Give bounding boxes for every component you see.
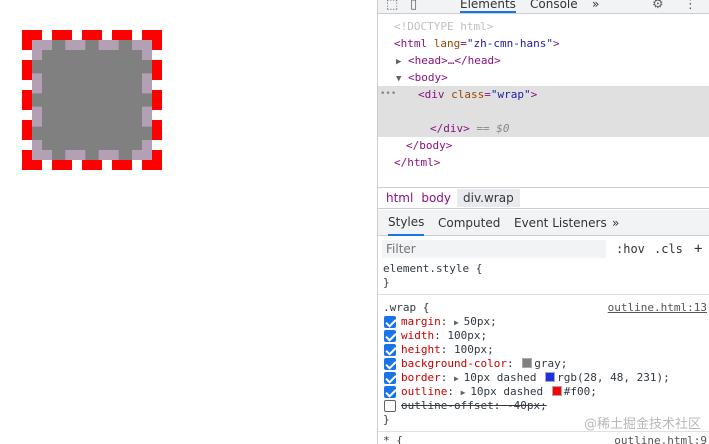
wrap-properties: margin: ▶ 50px; width: 100px; height: 100p… — [383, 315, 709, 413]
property-value[interactable]: 10px dashed — [470, 385, 543, 398]
css-property-width[interactable]: width: 100px; — [383, 329, 709, 343]
wrap-selector: .wrap { — [383, 301, 430, 314]
property-checkbox[interactable] — [384, 330, 396, 342]
elements-tree: <!DOCTYPE html> <html lang="zh-cmn-hans"… — [378, 18, 709, 171]
gear-icon[interactable]: ⚙ — [652, 0, 664, 12]
expand-shorthand-icon[interactable]: ▶ — [461, 388, 471, 397]
selected-ref: == $0 — [476, 122, 510, 135]
property-checkbox[interactable] — [384, 400, 396, 412]
div-class-attr: class — [451, 88, 485, 101]
more-subtabs-icon[interactable]: » — [612, 210, 619, 236]
expand-shorthand-icon[interactable]: ▶ — [454, 374, 464, 383]
property-value[interactable]: 100px; — [454, 343, 494, 356]
hov-toggle[interactable]: :hov — [616, 238, 645, 260]
tab-event-listeners[interactable]: Event Listeners — [514, 210, 607, 236]
color-swatch[interactable] — [551, 386, 562, 396]
css-property-border[interactable]: border: ▶ 10px dashed rgb(28, 48, 231); — [383, 371, 709, 385]
body-open-tag: <body> — [408, 71, 448, 84]
tab-elements[interactable]: Elements — [460, 0, 516, 13]
wrap-rule[interactable]: .wrap { outline.html:13 margin: ▶ 50px; w… — [378, 295, 709, 432]
expand-triangle-icon[interactable]: ▶ — [396, 57, 401, 67]
tree-div-wrap[interactable]: ••• <div class="wrap"> — [378, 86, 709, 103]
css-property-outline[interactable]: outline: ▶ 10px dashed #f00; — [383, 385, 709, 399]
property-checkbox[interactable] — [384, 316, 396, 328]
property-name[interactable]: outline — [401, 385, 447, 398]
inspect-element-icon[interactable]: ⬚ — [386, 0, 398, 12]
html-close-tag: </html> — [394, 156, 441, 169]
universal-source-link[interactable]: outline.html:9 — [614, 434, 707, 444]
collapse-triangle-icon[interactable]: ▼ — [396, 74, 401, 84]
wrap-div-box[interactable] — [22, 30, 162, 170]
html-lang-attr: lang — [433, 37, 461, 50]
head-tag: <head>…</head> — [408, 54, 501, 67]
property-value[interactable]: 100px; — [447, 329, 487, 342]
css-property-background-color[interactable]: background-color: gray; — [383, 357, 709, 371]
tab-console[interactable]: Console — [530, 0, 578, 11]
filter-row: :hov .cls + — [378, 238, 709, 260]
new-style-rule-button[interactable]: + — [694, 238, 702, 260]
body-close-tag: </body> — [406, 139, 453, 152]
property-name[interactable]: background-color — [401, 357, 507, 370]
property-checkbox[interactable] — [384, 386, 396, 398]
div-class-value: "wrap" — [490, 88, 531, 101]
html-lang-value: "zh-cmn-hans" — [466, 37, 553, 50]
device-toolbar-icon[interactable]: ▯ — [410, 0, 417, 12]
more-tabs-icon[interactable]: » — [592, 0, 599, 11]
tree-div-content[interactable] — [378, 103, 709, 120]
element-style-selector: element.style { — [383, 262, 483, 275]
property-name[interactable]: margin — [401, 315, 441, 328]
property-color-value[interactable]: #f00; — [564, 385, 597, 398]
property-value[interactable]: -40px; — [507, 399, 547, 412]
property-color-value[interactable]: rgb(28, 48, 231); — [557, 371, 670, 384]
div-open-tag: <div — [418, 88, 445, 101]
wrap-source-link[interactable]: outline.html:13 — [608, 301, 707, 315]
breadcrumb-body[interactable]: body — [421, 191, 451, 205]
devtools-toolbar: ⬚ ▯ Elements Console » ⚙ ⋮ — [378, 0, 709, 14]
property-checkbox[interactable] — [384, 372, 396, 384]
property-name[interactable]: width — [401, 329, 434, 342]
devtools-panel: ⬚ ▯ Elements Console » ⚙ ⋮ <!DOCTYPE htm… — [377, 0, 709, 444]
element-style-close: } — [383, 276, 390, 289]
tree-head[interactable]: ▶ <head>…</head> — [378, 52, 709, 69]
tab-computed[interactable]: Computed — [438, 210, 500, 236]
tree-div-close[interactable]: </div> == $0 — [378, 120, 709, 137]
cls-toggle[interactable]: .cls — [654, 238, 683, 260]
tree-body[interactable]: ▼ <body> — [378, 69, 709, 86]
tree-html[interactable]: <html lang="zh-cmn-hans"> — [378, 35, 709, 52]
universal-selector: * { — [383, 434, 403, 444]
page-preview — [0, 0, 377, 444]
property-name[interactable]: height — [401, 343, 441, 356]
color-swatch[interactable] — [545, 372, 556, 382]
property-name[interactable]: border — [401, 371, 441, 384]
div-close-tag: </div> — [430, 122, 470, 135]
css-property-height[interactable]: height: 100px; — [383, 343, 709, 357]
property-value[interactable]: gray; — [534, 357, 567, 370]
universal-rule[interactable]: * { outline.html:9 — [378, 432, 709, 444]
expand-shorthand-icon[interactable]: ▶ — [454, 318, 464, 327]
property-value[interactable]: 10px dashed — [464, 371, 537, 384]
tab-styles[interactable]: Styles — [388, 210, 425, 236]
tree-doctype[interactable]: <!DOCTYPE html> — [378, 18, 709, 35]
doctype-text: <!DOCTYPE html> — [394, 20, 494, 33]
css-property-margin[interactable]: margin: ▶ 50px; — [383, 315, 709, 329]
property-checkbox[interactable] — [384, 358, 396, 370]
breadcrumb-div-wrap[interactable]: div.wrap — [457, 189, 520, 207]
css-property-outline-offset[interactable]: outline-offset: -40px; — [383, 399, 709, 413]
watermark-text: @稀土掘金技术社区 — [583, 417, 701, 432]
property-name[interactable]: outline-offset — [401, 399, 494, 412]
breadcrumb-html[interactable]: html — [386, 191, 413, 205]
wrap-content-area — [42, 50, 142, 150]
styles-filter-input[interactable] — [382, 240, 606, 258]
breadcrumb: html body div.wrap — [378, 187, 709, 209]
styles-subtabs: Styles Computed Event Listeners » — [378, 210, 709, 236]
tree-body-close[interactable]: </body> — [378, 137, 709, 154]
color-swatch[interactable] — [522, 358, 533, 368]
property-checkbox[interactable] — [384, 344, 396, 356]
row-menu-icon[interactable]: ••• — [380, 86, 396, 103]
kebab-menu-icon[interactable]: ⋮ — [684, 0, 697, 12]
html-open-tag: <html — [394, 37, 428, 50]
property-value[interactable]: 50px; — [464, 315, 497, 328]
element-style-rule[interactable]: element.style { } — [378, 260, 709, 295]
tree-html-close[interactable]: </html> — [378, 154, 709, 171]
